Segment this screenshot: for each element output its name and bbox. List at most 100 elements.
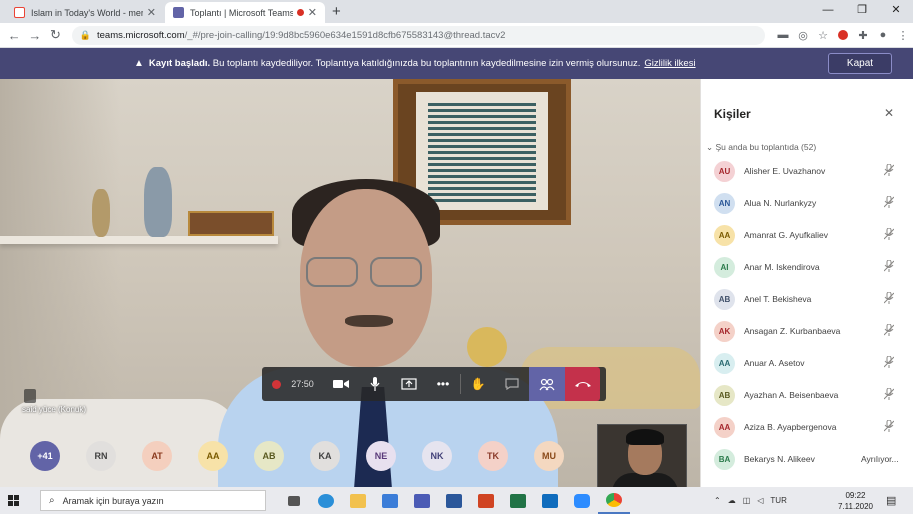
chat-icon: [505, 378, 519, 390]
file-explorer-icon[interactable]: [342, 487, 374, 514]
address-bar-row: ← → ↻ 🔒 teams.microsoft.com/_#/pre-join-…: [0, 23, 913, 48]
participant-avatar[interactable]: AT: [142, 441, 172, 471]
participant-avatar[interactable]: NE: [366, 441, 396, 471]
ewer: [144, 167, 172, 237]
share-screen-button[interactable]: [392, 367, 426, 401]
tab-title: Toplantı | Microsoft Teams: [190, 7, 293, 18]
new-tab-button[interactable]: +: [332, 3, 341, 20]
star-icon[interactable]: ☆: [813, 29, 833, 42]
camera-button[interactable]: [324, 367, 358, 401]
participant-avatar[interactable]: +41: [30, 441, 60, 471]
participant-row[interactable]: AA Anuar A. Asetov: [701, 347, 913, 379]
share-screen-icon: [401, 377, 417, 390]
taskbar-clock[interactable]: 09:22 7.11.2020: [838, 490, 873, 512]
puzzle-icon[interactable]: ✚: [853, 29, 873, 42]
recording-banner: ▲ Kayıt başladı. Bu toplantı kaydediliyo…: [0, 48, 913, 79]
participant-row[interactable]: AN Alua N. Nurlankyzy: [701, 187, 913, 219]
camera-blocked-icon[interactable]: ▬: [773, 29, 793, 41]
participant-row[interactable]: AB Anel T. Bekisheva: [701, 283, 913, 315]
vase: [92, 189, 110, 237]
eye-icon[interactable]: ◎: [793, 29, 813, 42]
language-indicator[interactable]: TUR: [770, 496, 786, 505]
network-icon[interactable]: ◫: [743, 496, 751, 505]
back-icon[interactable]: ←: [4, 28, 25, 43]
participant-avatar[interactable]: MU: [534, 441, 564, 471]
more-options-icon: •••: [436, 377, 450, 391]
participant-avatar[interactable]: RN: [86, 441, 116, 471]
taskbar-search[interactable]: ⌕ Aramak için buraya yazın: [40, 490, 266, 511]
whiteboard-icon[interactable]: [406, 487, 438, 514]
more-options-button[interactable]: •••: [426, 367, 460, 401]
participant-row[interactable]: AA Amanrat G. Ayufkaliev: [701, 219, 913, 251]
word-icon[interactable]: [438, 487, 470, 514]
outlook-icon[interactable]: [534, 487, 566, 514]
reload-icon[interactable]: ↻: [45, 27, 66, 43]
participant-avatar: AU: [714, 160, 735, 182]
meeting-controls: 27:50 ••• ✋: [262, 367, 606, 401]
people-button[interactable]: [529, 367, 565, 401]
chevron-up-icon[interactable]: ⌃: [714, 496, 721, 505]
participant-avatar[interactable]: NK: [422, 441, 452, 471]
participants-section-header[interactable]: ⌄ Şu anda bu toplantıda (52): [706, 142, 816, 153]
participant-name: Anuar A. Asetov: [744, 358, 805, 368]
participant-name: Anar M. Iskendirova: [744, 262, 820, 272]
cloud-icon[interactable]: ☁: [728, 496, 736, 505]
taskbar-apps: [278, 487, 630, 514]
raise-hand-icon: ✋: [470, 377, 486, 391]
mic-muted-icon: [883, 323, 895, 339]
close-tab-icon[interactable]: ✕: [308, 6, 317, 19]
participant-row[interactable]: AK Ansagan Z. Kurbanbaeva: [701, 315, 913, 347]
timer-text: 27:50: [291, 379, 314, 389]
chrome-icon[interactable]: [598, 487, 630, 514]
record-extension-icon[interactable]: [838, 30, 848, 40]
participant-row[interactable]: AB Ayazhan A. Beisenbaeva: [701, 379, 913, 411]
close-panel-icon[interactable]: ✕: [884, 106, 894, 120]
forward-icon[interactable]: →: [25, 28, 46, 43]
video-stage: said yüce (Konuk) 27:50 ••• ✋ +41 RN AT AA A…: [0, 79, 700, 487]
close-tab-icon[interactable]: ✕: [147, 6, 156, 19]
teams-icon: [173, 7, 184, 18]
hang-up-button[interactable]: [565, 367, 600, 401]
participant-avatar: BA: [714, 448, 735, 470]
close-window-icon[interactable]: ✕: [879, 0, 913, 23]
privacy-link[interactable]: Gizlilik ilkesi: [644, 58, 695, 69]
participant-avatar: AB: [714, 384, 735, 406]
participant-avatar: AK: [714, 320, 735, 342]
volume-icon[interactable]: ◁: [757, 496, 763, 505]
task-view-icon[interactable]: [278, 487, 310, 514]
participant-row[interactable]: AU Alisher E. Uvazhanov: [701, 155, 913, 187]
edge-icon[interactable]: [310, 487, 342, 514]
url-field[interactable]: 🔒 teams.microsoft.com/_#/pre-join-callin…: [71, 25, 765, 45]
store-icon[interactable]: [374, 487, 406, 514]
close-banner-button[interactable]: Kapat: [828, 53, 892, 74]
participant-avatar[interactable]: TK: [478, 441, 508, 471]
browser-tab-teams[interactable]: Toplantı | Microsoft Teams ✕: [165, 2, 325, 23]
participant-avatar[interactable]: KA: [310, 441, 340, 471]
browser-tab-gmail[interactable]: Islam in Today's World - merazh ✕: [6, 2, 164, 23]
participant-avatar[interactable]: AB: [254, 441, 284, 471]
participant-avatar: AI: [714, 256, 735, 278]
self-view-video[interactable]: [597, 424, 687, 487]
excel-icon[interactable]: [502, 487, 534, 514]
participant-row[interactable]: AI Anar M. Iskendirova: [701, 251, 913, 283]
profile-avatar-icon[interactable]: ●: [873, 29, 893, 41]
chat-button[interactable]: [495, 367, 529, 401]
zoom-icon[interactable]: [566, 487, 598, 514]
powerpoint-icon[interactable]: [470, 487, 502, 514]
section-label: Şu anda bu toplantıda (52): [715, 142, 817, 152]
participant-row[interactable]: AA Aziza B. Ayapbergenova: [701, 411, 913, 443]
windows-start-icon[interactable]: [8, 495, 32, 506]
participant-avatar[interactable]: AA: [198, 441, 228, 471]
menu-icon[interactable]: ⋮: [893, 29, 913, 42]
speaker-mustache: [345, 315, 393, 327]
notification-icon[interactable]: ▤: [886, 494, 896, 507]
microphone-button[interactable]: [358, 367, 392, 401]
hang-up-icon: [574, 382, 591, 387]
minimize-icon[interactable]: —: [811, 0, 845, 23]
url-host: teams.microsoft.com: [97, 29, 185, 41]
decorative-box: [188, 211, 274, 236]
participant-row[interactable]: BA Bekarys N. Alikeev Ayrılıyor...: [701, 443, 913, 475]
maximize-icon[interactable]: ❐: [845, 0, 879, 23]
raise-hand-button[interactable]: ✋: [461, 367, 495, 401]
participant-name: Ansagan Z. Kurbanbaeva: [744, 326, 841, 336]
